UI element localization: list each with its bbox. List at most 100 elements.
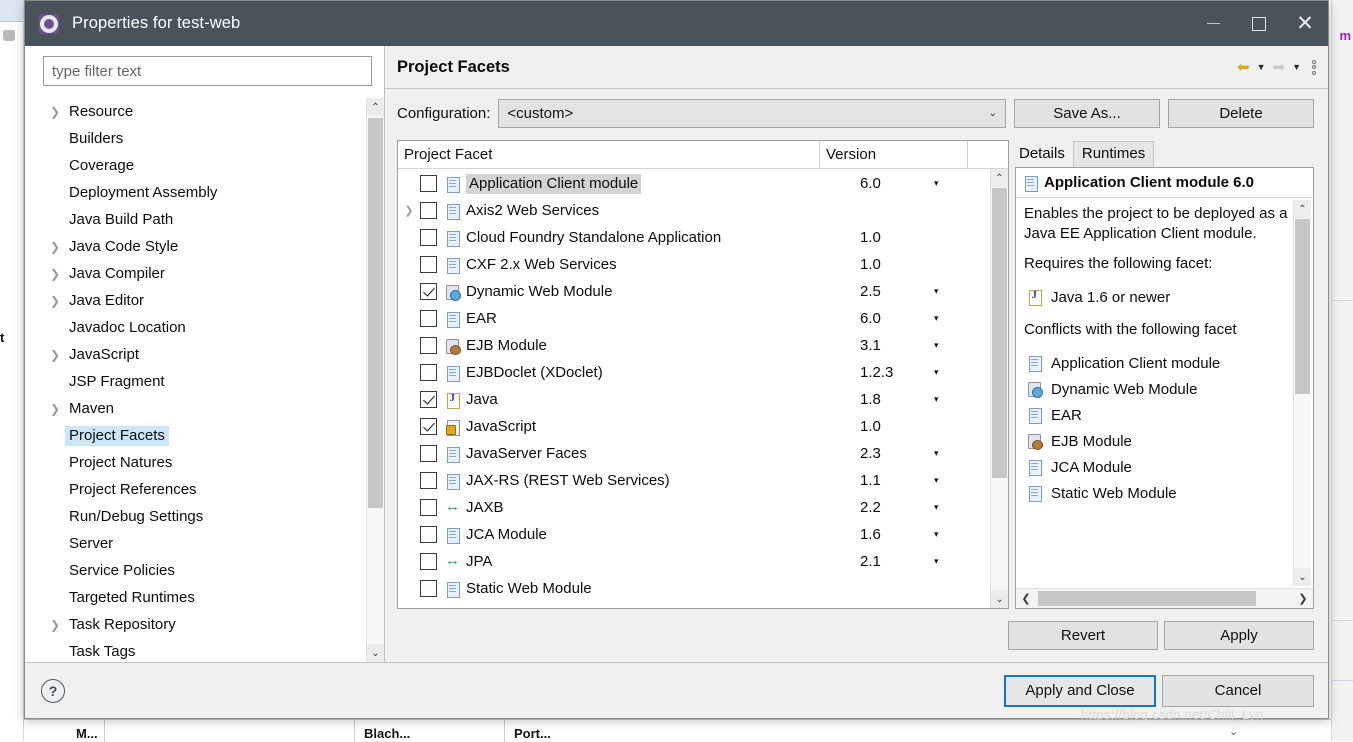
facet-checkbox[interactable] xyxy=(420,553,437,570)
chevron-right-icon[interactable]: ❯ xyxy=(45,105,65,119)
facet-version-cell[interactable]: 6.0▾ xyxy=(860,310,1008,327)
sidebar-item-java-compiler[interactable]: ❯Java Compiler xyxy=(25,260,358,287)
scrollbar-thumb[interactable] xyxy=(368,118,383,508)
sidebar-item-coverage[interactable]: Coverage xyxy=(25,152,358,179)
sidebar-item-java-build-path[interactable]: Java Build Path xyxy=(25,206,358,233)
sidebar-item-project-references[interactable]: Project References xyxy=(25,476,358,503)
version-dropdown-icon[interactable]: ▾ xyxy=(934,286,939,297)
facet-checkbox[interactable] xyxy=(420,202,437,219)
column-header-project-facet[interactable]: Project Facet xyxy=(398,141,820,168)
version-dropdown-icon[interactable]: ▾ xyxy=(934,394,939,405)
details-horizontal-scrollbar[interactable]: ❮ ❯ xyxy=(1016,588,1313,608)
facet-checkbox[interactable] xyxy=(420,472,437,489)
facet-checkbox[interactable] xyxy=(420,499,437,516)
scroll-up-icon[interactable]: ⌃ xyxy=(367,98,384,116)
facet-row[interactable]: ❯Axis2 Web Services xyxy=(398,197,1008,224)
facet-checkbox[interactable] xyxy=(420,283,437,300)
tab-details[interactable]: Details xyxy=(1015,142,1073,167)
version-dropdown-icon[interactable]: ▾ xyxy=(934,340,939,351)
scrollbar-thumb[interactable] xyxy=(1038,591,1256,606)
revert-button[interactable]: Revert xyxy=(1008,621,1158,650)
save-as-button[interactable]: Save As... xyxy=(1014,99,1160,128)
facet-version-cell[interactable]: 2.1▾ xyxy=(860,553,1008,570)
maximize-button[interactable] xyxy=(1236,1,1282,46)
sidebar-item-resource[interactable]: ❯Resource xyxy=(25,98,358,125)
facet-row[interactable]: EJB Module3.1▾ xyxy=(398,332,1008,359)
version-dropdown-icon[interactable]: ▾ xyxy=(934,313,939,324)
scroll-down-icon[interactable]: ⌄ xyxy=(991,590,1008,608)
facet-version-cell[interactable]: 1.0 xyxy=(860,256,1008,273)
scrollbar-thumb[interactable] xyxy=(992,188,1007,478)
facet-version-cell[interactable]: 2.2▾ xyxy=(860,499,1008,516)
sidebar-item-task-repository[interactable]: ❯Task Repository xyxy=(25,611,358,638)
facet-checkbox[interactable] xyxy=(420,229,437,246)
facet-row[interactable]: Java1.8▾ xyxy=(398,386,1008,413)
apply-button[interactable]: Apply xyxy=(1164,621,1314,650)
chevron-right-icon[interactable]: ❯ xyxy=(45,267,65,281)
facet-row[interactable]: Static Web Module xyxy=(398,575,1008,602)
facet-row[interactable]: Dynamic Web Module2.5▾ xyxy=(398,278,1008,305)
facet-row[interactable]: JavaServer Faces2.3▾ xyxy=(398,440,1008,467)
sidebar-item-deployment-assembly[interactable]: Deployment Assembly xyxy=(25,179,358,206)
version-dropdown-icon[interactable]: ▾ xyxy=(934,178,939,189)
forward-chevron-down-icon[interactable]: ▼ xyxy=(1292,62,1301,72)
sidebar-item-project-facets[interactable]: Project Facets xyxy=(25,422,358,449)
apply-and-close-button[interactable]: Apply and Close xyxy=(1004,675,1156,707)
column-header-version[interactable]: Version xyxy=(820,141,968,168)
facet-version-cell[interactable]: 1.8▾ xyxy=(860,391,1008,408)
facet-row[interactable]: Application Client module6.0▾ xyxy=(398,170,1008,197)
facet-row[interactable]: JPA2.1▾ xyxy=(398,548,1008,575)
details-scrollbar[interactable]: ⌃ ⌄ xyxy=(1293,200,1311,586)
sidebar-item-service-policies[interactable]: Service Policies xyxy=(25,557,358,584)
back-chevron-down-icon[interactable]: ▼ xyxy=(1257,62,1266,72)
configuration-select[interactable]: <custom> ⌄ xyxy=(498,99,1006,128)
facet-checkbox[interactable] xyxy=(420,310,437,327)
sidebar-item-builders[interactable]: Builders xyxy=(25,125,358,152)
facet-checkbox[interactable] xyxy=(420,175,437,192)
version-dropdown-icon[interactable]: ▾ xyxy=(934,556,939,567)
chevron-right-icon[interactable]: ❯ xyxy=(398,204,420,217)
facet-row[interactable]: EJBDoclet (XDoclet)1.2.3▾ xyxy=(398,359,1008,386)
chevron-right-icon[interactable]: ❯ xyxy=(45,618,65,632)
sidebar-item-run-debug-settings[interactable]: Run/Debug Settings xyxy=(25,503,358,530)
scrollbar-thumb[interactable] xyxy=(1295,219,1310,394)
scroll-up-icon[interactable]: ⌃ xyxy=(1294,200,1311,218)
facet-row[interactable]: CXF 2.x Web Services1.0 xyxy=(398,251,1008,278)
facet-checkbox[interactable] xyxy=(420,364,437,381)
facet-row[interactable]: JAX-RS (REST Web Services)1.1▾ xyxy=(398,467,1008,494)
facet-row[interactable]: Cloud Foundry Standalone Application1.0 xyxy=(398,224,1008,251)
scroll-right-icon[interactable]: ❯ xyxy=(1293,592,1313,605)
facet-version-cell[interactable]: 2.5▾ xyxy=(860,283,1008,300)
chevron-right-icon[interactable]: ❯ xyxy=(45,240,65,254)
version-dropdown-icon[interactable]: ▾ xyxy=(934,448,939,459)
sidebar-item-jsp-fragment[interactable]: JSP Fragment xyxy=(25,368,358,395)
sidebar-item-project-natures[interactable]: Project Natures xyxy=(25,449,358,476)
sidebar-item-targeted-runtimes[interactable]: Targeted Runtimes xyxy=(25,584,358,611)
facet-version-cell[interactable]: 1.1▾ xyxy=(860,472,1008,489)
facet-version-cell[interactable]: 1.0 xyxy=(860,229,1008,246)
sidebar-scrollbar[interactable]: ⌃ ⌄ xyxy=(366,98,384,662)
view-menu-icon[interactable] xyxy=(1312,60,1316,75)
close-button[interactable]: ✕ xyxy=(1282,1,1328,46)
version-dropdown-icon[interactable]: ▾ xyxy=(934,529,939,540)
facet-checkbox[interactable] xyxy=(420,391,437,408)
sidebar-item-task-tags[interactable]: Task Tags xyxy=(25,638,358,662)
facet-checkbox[interactable] xyxy=(420,580,437,597)
version-dropdown-icon[interactable]: ▾ xyxy=(934,502,939,513)
chevron-right-icon[interactable]: ❯ xyxy=(45,402,65,416)
back-arrow-icon[interactable]: ⬅ xyxy=(1237,60,1250,75)
sidebar-item-javascript[interactable]: ❯JavaScript xyxy=(25,341,358,368)
delete-button[interactable]: Delete xyxy=(1168,99,1314,128)
cancel-button[interactable]: Cancel xyxy=(1162,675,1314,707)
facet-version-cell[interactable]: 1.6▾ xyxy=(860,526,1008,543)
facet-checkbox[interactable] xyxy=(420,337,437,354)
facet-row[interactable]: JavaScript1.0 xyxy=(398,413,1008,440)
facet-scrollbar[interactable]: ⌃ ⌄ xyxy=(990,169,1008,608)
forward-arrow-icon[interactable]: ➡ xyxy=(1273,60,1286,75)
scroll-up-icon[interactable]: ⌃ xyxy=(991,169,1008,187)
facet-version-cell[interactable]: 6.0▾ xyxy=(860,175,1008,192)
facet-checkbox[interactable] xyxy=(420,445,437,462)
scroll-down-icon[interactable]: ⌄ xyxy=(367,644,384,662)
facet-version-cell[interactable]: 3.1▾ xyxy=(860,337,1008,354)
sidebar-item-java-editor[interactable]: ❯Java Editor xyxy=(25,287,358,314)
